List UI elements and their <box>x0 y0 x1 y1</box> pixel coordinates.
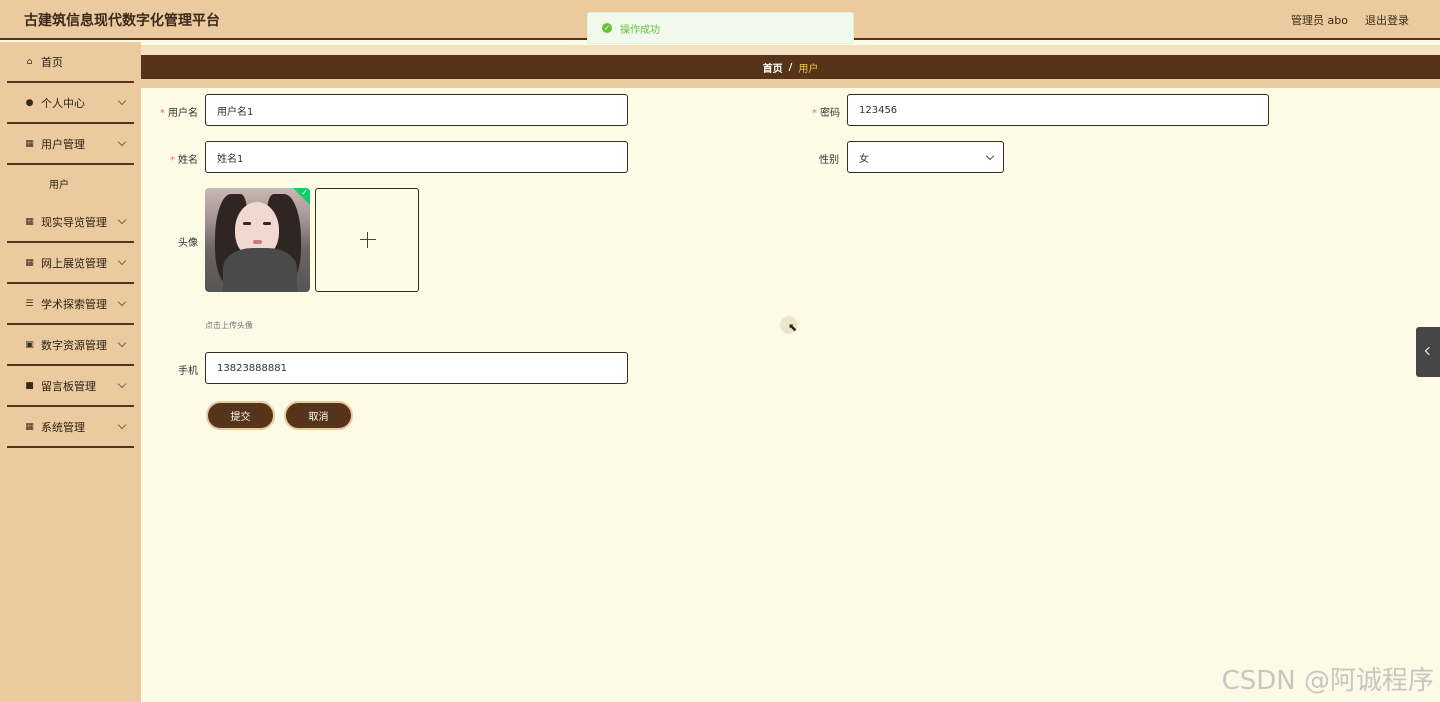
upload-tip: 点击上传头像 <box>205 321 253 330</box>
avatar[interactable]: ✓ <box>205 188 310 292</box>
cancel-button[interactable]: 取消 <box>284 401 353 430</box>
chevron-down-icon <box>117 338 127 348</box>
sidebar-item-label: 留言板管理 <box>41 379 96 393</box>
chevron-down-icon <box>117 96 127 106</box>
breadcrumb-current: 用户 <box>798 63 819 75</box>
cursor-icon: ⬉ <box>788 321 798 334</box>
chevron-down-icon <box>117 420 127 430</box>
username-field[interactable]: 用户名1 <box>205 94 628 126</box>
clipboard-icon: ▣ <box>25 339 34 350</box>
phone-field[interactable]: 13823888881 <box>205 352 628 384</box>
name-field[interactable]: 姓名1 <box>205 141 628 173</box>
avatar-label: 头像 <box>178 238 198 249</box>
watermark: CSDN @阿诚程序 <box>1221 666 1434 696</box>
password-field[interactable]: 123456 <box>847 94 1269 126</box>
sidebar-item-message-board[interactable]: ■ 留言板管理 <box>7 366 134 407</box>
chevron-down-icon <box>117 215 127 225</box>
header-actions: 管理员 abo 退出登录 <box>1291 12 1409 28</box>
sidebar-item-label: 用户管理 <box>41 137 85 151</box>
submit-button[interactable]: 提交 <box>206 401 275 430</box>
sidebar-item-system-management[interactable]: ▦ 系统管理 <box>7 407 134 448</box>
sliders-icon: ☰ <box>25 298 34 309</box>
gender-label: 性别 <box>819 155 839 166</box>
chevron-down-icon <box>117 379 127 389</box>
phone-label: 手机 <box>178 366 198 377</box>
sidebar-item-tour-management[interactable]: ▦ 现实导览管理 <box>7 202 134 243</box>
sidebar-item-label: 数字资源管理 <box>41 338 107 352</box>
success-toast: ✓ 操作成功 <box>587 12 854 44</box>
gender-select[interactable]: 女 <box>847 141 1004 173</box>
breadcrumb-bottom-strip <box>141 79 1440 88</box>
sidebar-item-label: 首页 <box>41 55 63 69</box>
sidebar-item-resource-management[interactable]: ▣ 数字资源管理 <box>7 325 134 366</box>
sidebar-item-academic-management[interactable]: ☰ 学术探索管理 <box>7 284 134 325</box>
check-icon: ✓ <box>301 188 308 197</box>
sidebar-item-label: 学术探索管理 <box>41 297 107 311</box>
logout-link[interactable]: 退出登录 <box>1365 12 1409 28</box>
sidebar-item-label: 网上展览管理 <box>41 256 107 270</box>
book-icon: ■ <box>25 380 34 391</box>
sidebar-item-profile[interactable]: ● 个人中心 <box>7 83 134 124</box>
current-user[interactable]: 管理员 abo <box>1291 12 1348 28</box>
sidebar-item-label: 个人中心 <box>41 96 85 110</box>
chevron-down-icon <box>117 297 127 307</box>
gender-selected-value: 女 <box>859 153 869 165</box>
chevron-down-icon <box>117 137 127 147</box>
home-icon: ⌂ <box>26 56 33 67</box>
sidebar: ⌂ 首页 ● 个人中心 ▦ 用户管理 用户 ▦ 现实导览管理 ▦ 网上展览管理 … <box>0 42 141 702</box>
password-label: * 密码 <box>812 108 840 119</box>
grid-icon: ▦ <box>25 421 34 432</box>
side-panel-toggle[interactable] <box>1416 327 1440 377</box>
chevron-down-icon <box>117 256 127 266</box>
grid-icon: ▦ <box>25 138 34 149</box>
grid-icon: ▦ <box>25 257 34 268</box>
chevron-left-icon <box>1424 346 1434 356</box>
grid-icon: ▦ <box>25 216 34 227</box>
sidebar-item-user-management[interactable]: ▦ 用户管理 <box>7 124 134 165</box>
toast-message: 操作成功 <box>620 24 660 36</box>
breadcrumb-separator: / <box>788 61 793 73</box>
sidebar-item-label: 现实导览管理 <box>41 215 107 229</box>
breadcrumb-top-strip <box>141 45 1440 55</box>
user-icon: ● <box>25 97 34 108</box>
app-title: 古建筑信息现代数字化管理平台 <box>24 13 220 29</box>
sidebar-item-home[interactable]: ⌂ 首页 <box>7 42 134 83</box>
chevron-down-icon <box>985 151 995 161</box>
avatar-upload-button[interactable] <box>315 188 419 292</box>
breadcrumb: 首页 / 用户 <box>141 55 1440 79</box>
plus-icon <box>360 232 376 248</box>
sidebar-subitem-users[interactable]: 用户 <box>7 165 134 202</box>
sidebar-item-label: 系统管理 <box>41 420 85 434</box>
check-circle-icon: ✓ <box>602 23 612 33</box>
sidebar-item-exhibition-management[interactable]: ▦ 网上展览管理 <box>7 243 134 284</box>
breadcrumb-home[interactable]: 首页 <box>763 60 783 75</box>
username-label: * 用户名 <box>160 108 198 119</box>
name-label: * 姓名 <box>170 155 198 166</box>
